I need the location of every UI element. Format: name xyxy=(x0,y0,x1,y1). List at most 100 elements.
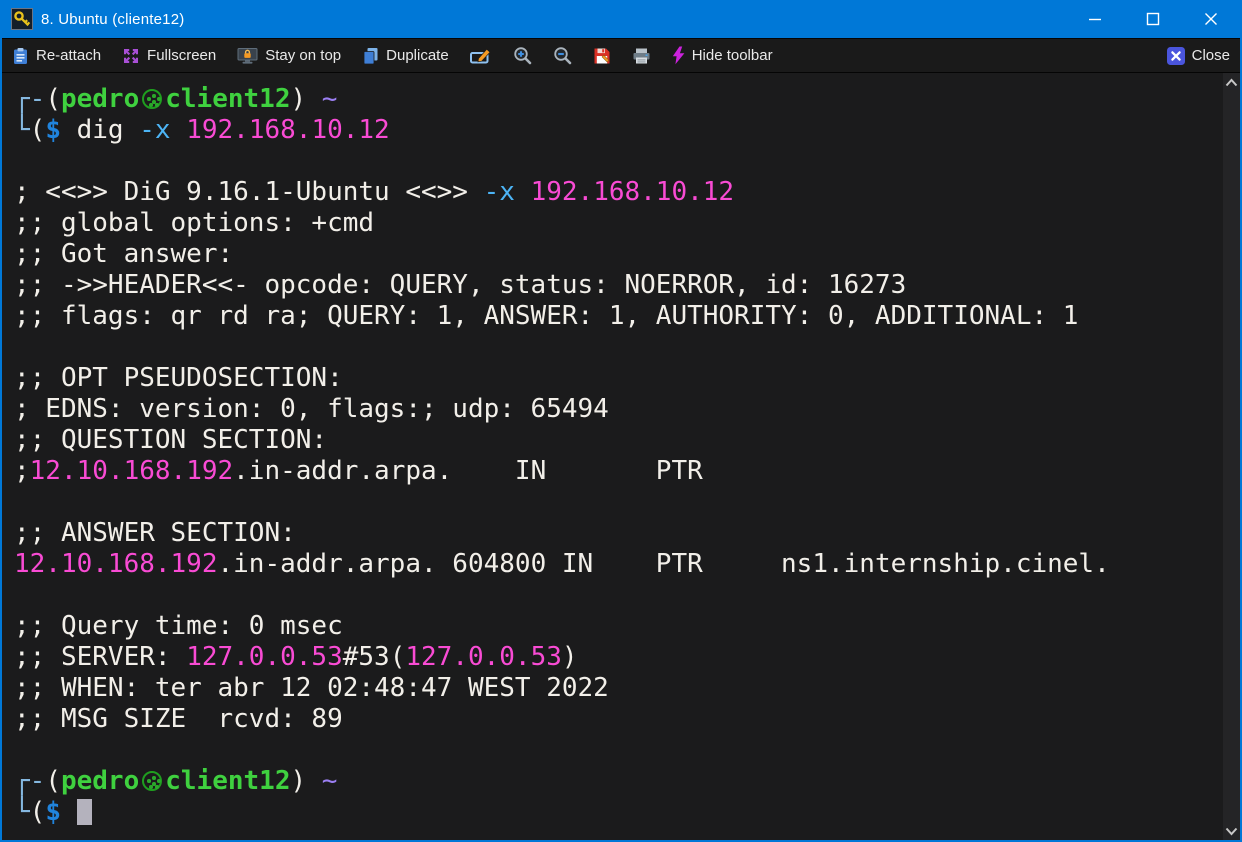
terminal-line: ;; flags: qr rd ra; QUERY: 1, ANSWER: 1,… xyxy=(14,301,1223,332)
terminal-text-segment: ;; Got answer: xyxy=(14,239,234,269)
terminal-line: ;; global options: +cmd xyxy=(14,208,1223,239)
zoom-out-icon xyxy=(553,47,571,65)
duplicate-label: Duplicate xyxy=(386,47,449,64)
terminal-text-segment: ;; SERVER: xyxy=(14,642,187,672)
fullscreen-label: Fullscreen xyxy=(147,47,217,64)
terminal-text-segment: pedro xyxy=(60,84,140,114)
terminal-text-segment: ) xyxy=(290,766,322,796)
scroll-down-button[interactable] xyxy=(1223,822,1240,840)
title-bar[interactable]: 8. Ubuntu (cliente12) xyxy=(2,0,1240,38)
maximize-icon xyxy=(1146,12,1160,26)
terminal-line: 12.10.168.192.in-addr.arpa. 604800 IN PT… xyxy=(14,549,1223,580)
fullscreen-arrows-icon xyxy=(124,48,139,63)
terminal-area: ┌-(pedro client12) ~ └($ dig -x 192.168.10… xyxy=(2,73,1240,840)
terminal-output[interactable]: ┌-(pedro client12) ~ └($ dig -x 192.168.10… xyxy=(2,73,1223,840)
duplicate-pages-icon xyxy=(363,47,378,64)
terminal-text-segment: 192.168.10.12 xyxy=(530,177,735,207)
zoom-in-icon xyxy=(513,47,531,65)
terminal-text-segment: ( xyxy=(29,797,46,827)
terminal-text-segment: ;; flags: qr rd ra; QUERY: 1, ANSWER: 1,… xyxy=(14,301,1079,331)
terminal-text-segment: .in-addr.arpa. IN PTR xyxy=(233,456,703,486)
terminal-line: ; EDNS: version: 0, flags:; udp: 65494 xyxy=(14,394,1223,425)
zoom-in-button[interactable] xyxy=(513,46,532,65)
terminal-scrollbar[interactable] xyxy=(1223,73,1240,840)
terminal-text-segment: ~ xyxy=(321,84,338,114)
terminal-text-segment: 192.168.10.12 xyxy=(186,115,390,145)
terminal-text-segment: client12 xyxy=(165,766,291,796)
edit-button[interactable] xyxy=(469,47,492,64)
terminal-text-segment: ;; global options: +cmd xyxy=(14,208,375,238)
fullscreen-button[interactable]: Fullscreen xyxy=(122,47,216,65)
terminal-text-segment: client12 xyxy=(165,84,291,114)
close-icon xyxy=(1205,13,1217,25)
terminal-line: ┌-(pedro client12) ~ xyxy=(14,766,1223,797)
terminal-text-segment: ;; ->>HEADER<<- opcode: QUERY, status: N… xyxy=(14,270,907,300)
terminal-text-segment: dig xyxy=(60,115,140,145)
terminal-text-segment: └ xyxy=(14,115,30,145)
scroll-up-button[interactable] xyxy=(1223,73,1240,91)
print-button[interactable] xyxy=(632,47,651,65)
zoom-out-button[interactable] xyxy=(553,46,572,65)
terminal-line: └($ dig -x 192.168.10.12 xyxy=(14,115,1223,146)
terminal-line: ;; MSG SIZE rcvd: 89 xyxy=(14,704,1223,735)
terminal-text-segment: $ xyxy=(45,115,61,145)
terminal-line: └($ xyxy=(14,797,1223,828)
re-attach-label: Re-attach xyxy=(36,47,102,64)
duplicate-button[interactable]: Duplicate xyxy=(362,47,449,65)
chevron-up-icon xyxy=(1225,78,1238,86)
terminal-text-segment: ;; ANSWER SECTION: xyxy=(14,518,296,548)
terminal-text-segment: ) xyxy=(561,642,578,672)
close-session-icon xyxy=(1166,46,1185,65)
terminal-text-segment: ┌- xyxy=(14,766,46,796)
terminal-text-segment: 127.0.0.53 xyxy=(186,642,343,672)
stay-on-top-label: Stay on top xyxy=(265,47,342,64)
terminal-text-segment: ( xyxy=(45,766,61,796)
close-session-label: Close xyxy=(1191,47,1230,64)
close-session-button[interactable]: Close xyxy=(1166,46,1230,65)
terminal-line: ;; OPT PSEUDOSECTION: xyxy=(14,363,1223,394)
stay-on-top-button[interactable]: Stay on top xyxy=(237,47,341,65)
hide-toolbar-label: Hide toolbar xyxy=(691,47,773,64)
maximize-button[interactable] xyxy=(1124,0,1182,38)
terminal-text-segment: ; <<>> DiG 9.16.1-Ubuntu <<>> xyxy=(14,177,484,207)
key-icon xyxy=(11,8,33,30)
close-window-button[interactable] xyxy=(1182,0,1240,38)
terminal-text-segment: ;; WHEN: ter abr 12 02:48:47 WEST 2022 xyxy=(14,673,609,703)
minimize-button[interactable] xyxy=(1066,0,1124,38)
terminal-line: ┌-(pedro client12) ~ xyxy=(14,84,1223,115)
terminal-text-segment: #53( xyxy=(342,642,406,672)
minimize-icon xyxy=(1089,18,1101,21)
terminal-line: ;; ->>HEADER<<- opcode: QUERY, status: N… xyxy=(14,270,1223,301)
terminal-line: ;; Query time: 0 msec xyxy=(14,611,1223,642)
terminal-text-segment: ( xyxy=(29,115,46,145)
re-attach-button[interactable]: Re-attach xyxy=(12,47,101,65)
terminal-text-segment: ~ xyxy=(321,766,338,796)
terminal-cursor xyxy=(76,799,92,825)
terminal-text-segment: ;; MSG SIZE rcvd: 89 xyxy=(14,704,343,734)
lightning-icon xyxy=(672,46,685,65)
edit-icon xyxy=(469,48,491,64)
terminal-line: ; <<>> DiG 9.16.1-Ubuntu <<>> -x 192.168… xyxy=(14,177,1223,208)
window-title: 8. Ubuntu (cliente12) xyxy=(41,10,185,28)
terminal-line: ;; Got answer: xyxy=(14,239,1223,270)
print-icon xyxy=(633,48,650,63)
terminal-text-segment: 127.0.0.53 xyxy=(405,642,562,672)
terminal-text-segment: ;; QUESTION SECTION: xyxy=(14,425,328,455)
terminal-text-segment: 12.10.168.192 xyxy=(29,456,234,486)
terminal-text-segment: -x xyxy=(139,115,171,145)
terminal-text-segment: ) xyxy=(290,84,322,114)
hide-toolbar-button[interactable]: Hide toolbar xyxy=(672,46,773,65)
remote-viewer-window: 8. Ubuntu (cliente12) Re-attach Fullscre… xyxy=(0,0,1242,842)
save-button[interactable] xyxy=(593,47,611,65)
save-icon xyxy=(594,48,610,63)
terminal-text-segment: ┌- xyxy=(14,84,46,114)
terminal-text-segment: $ xyxy=(45,797,61,827)
window-controls xyxy=(1066,0,1240,38)
terminal-line: ;; SERVER: 127.0.0.53#53(127.0.0.53) xyxy=(14,642,1223,673)
